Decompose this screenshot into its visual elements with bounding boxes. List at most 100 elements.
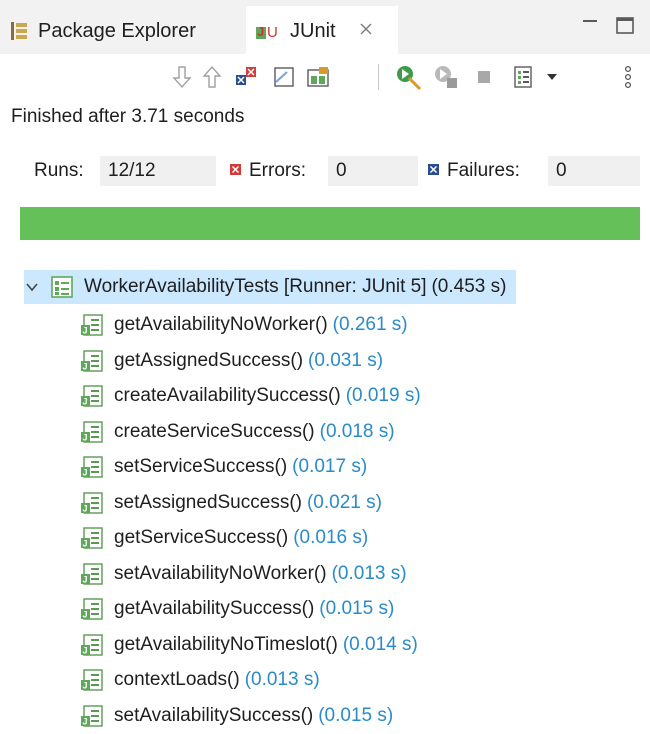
test-name: getAvailabilityNoWorker() bbox=[114, 314, 328, 335]
svg-text:J: J bbox=[83, 362, 88, 372]
test-success-icon: J bbox=[80, 633, 104, 657]
failures-value: 0 bbox=[548, 156, 640, 186]
test-suite-success-icon bbox=[50, 275, 74, 299]
tab-junit[interactable]: J U JUnit bbox=[246, 6, 398, 54]
test-name: contextLoads() bbox=[114, 669, 240, 690]
chevron-down-icon[interactable] bbox=[24, 279, 40, 295]
test-case-row[interactable]: JsetAvailabilityNoWorker() (0.013 s) bbox=[80, 557, 407, 591]
test-time: (0.013 s) bbox=[331, 563, 407, 584]
suite-time: (0.453 s) bbox=[431, 276, 507, 297]
svg-text:J: J bbox=[83, 717, 88, 727]
svg-text:J: J bbox=[83, 326, 88, 336]
test-case-row[interactable]: JsetAvailabilitySuccess() (0.015 s) bbox=[80, 699, 393, 733]
test-name: createServiceSuccess() bbox=[114, 421, 315, 442]
test-success-icon: J bbox=[80, 455, 104, 479]
test-name: getServiceSuccess() bbox=[114, 527, 289, 548]
run-status-message: Finished after 3.71 seconds bbox=[11, 106, 245, 127]
test-time: (0.031 s) bbox=[308, 350, 384, 371]
test-time: (0.014 s) bbox=[342, 634, 418, 655]
test-success-icon: J bbox=[80, 491, 104, 515]
errors-label-group: Errors: bbox=[230, 160, 306, 182]
history-dropdown-icon[interactable] bbox=[538, 62, 566, 92]
test-time: (0.017 s) bbox=[292, 456, 368, 477]
svg-text:J: J bbox=[83, 610, 88, 620]
test-counters: Runs: 12/12 Errors: 0 Failures: 0 bbox=[20, 156, 640, 186]
package-explorer-icon bbox=[8, 20, 30, 42]
test-success-icon: J bbox=[80, 668, 104, 692]
minimize-icon[interactable] bbox=[577, 12, 603, 38]
view-menu-icon[interactable] bbox=[614, 62, 642, 92]
test-name: setAvailabilitySuccess() bbox=[114, 705, 314, 726]
test-time: (0.261 s) bbox=[332, 314, 408, 335]
svg-text:J: J bbox=[83, 468, 88, 478]
svg-text:J: J bbox=[257, 24, 264, 39]
test-success-icon: J bbox=[80, 526, 104, 550]
svg-text:J: J bbox=[83, 646, 88, 656]
test-case-row[interactable]: JgetAvailabilityNoWorker() (0.261 s) bbox=[80, 308, 408, 342]
svg-text:J: J bbox=[83, 575, 88, 585]
runs-label: Runs: bbox=[34, 160, 84, 181]
test-case-row[interactable]: JsetAssignedSuccess() (0.021 s) bbox=[80, 486, 382, 520]
stop-icon[interactable] bbox=[470, 62, 498, 92]
errors-value: 0 bbox=[328, 156, 418, 186]
test-name: getAvailabilityNoTimeslot() bbox=[114, 634, 338, 655]
view-tab-bar: Package Explorer J U JUnit bbox=[0, 0, 650, 54]
test-success-icon: J bbox=[80, 349, 104, 373]
test-time: (0.018 s) bbox=[319, 421, 395, 442]
test-success-icon: J bbox=[80, 384, 104, 408]
svg-text:U: U bbox=[267, 24, 278, 41]
previous-failure-icon[interactable] bbox=[198, 62, 226, 92]
failure-icon bbox=[428, 159, 439, 175]
test-name: setServiceSuccess() bbox=[114, 456, 288, 477]
test-success-icon: J bbox=[80, 704, 104, 728]
test-time: (0.015 s) bbox=[318, 705, 394, 726]
test-time: (0.019 s) bbox=[345, 385, 421, 406]
test-name: createAvailabilitySuccess() bbox=[114, 385, 341, 406]
junit-toolbar bbox=[0, 54, 650, 100]
test-case-row[interactable]: JcontextLoads() (0.013 s) bbox=[80, 663, 320, 697]
test-time: (0.015 s) bbox=[319, 598, 395, 619]
test-case-row[interactable]: JgetAvailabilityNoTimeslot() (0.014 s) bbox=[80, 628, 418, 662]
test-time: (0.021 s) bbox=[306, 492, 382, 513]
test-case-row[interactable]: JcreateAvailabilitySuccess() (0.019 s) bbox=[80, 379, 421, 413]
test-case-row[interactable]: JcreateServiceSuccess() (0.018 s) bbox=[80, 415, 395, 449]
scroll-lock-icon[interactable] bbox=[270, 62, 298, 92]
maximize-icon[interactable] bbox=[612, 12, 638, 38]
toolbar-separator bbox=[378, 64, 379, 90]
test-name: getAvailabilitySuccess() bbox=[114, 598, 315, 619]
progress-bar bbox=[20, 207, 640, 240]
test-time: (0.013 s) bbox=[244, 669, 320, 690]
svg-text:J: J bbox=[83, 681, 88, 691]
test-time: (0.016 s) bbox=[293, 527, 369, 548]
test-success-icon: J bbox=[80, 597, 104, 621]
test-case-row[interactable]: JgetServiceSuccess() (0.016 s) bbox=[80, 521, 368, 555]
test-case-row[interactable]: JgetAvailabilitySuccess() (0.015 s) bbox=[80, 592, 394, 626]
failures-label-group: Failures: bbox=[428, 160, 520, 182]
show-failures-only-icon[interactable] bbox=[232, 62, 260, 92]
test-suite-row[interactable]: WorkerAvailabilityTests [Runner: JUnit 5… bbox=[24, 270, 517, 304]
close-tab-icon[interactable] bbox=[358, 21, 374, 42]
rerun-icon[interactable] bbox=[394, 62, 422, 92]
next-failure-icon[interactable] bbox=[168, 62, 196, 92]
error-icon bbox=[230, 159, 241, 175]
suite-name: WorkerAvailabilityTests [Runner: JUnit 5… bbox=[84, 276, 427, 297]
junit-icon: J U bbox=[254, 20, 278, 42]
test-case-row[interactable]: JgetAssignedSuccess() (0.031 s) bbox=[80, 344, 383, 378]
test-success-icon: J bbox=[80, 420, 104, 444]
test-case-row[interactable]: JsetServiceSuccess() (0.017 s) bbox=[80, 450, 367, 484]
test-success-icon: J bbox=[80, 313, 104, 337]
test-name: setAssignedSuccess() bbox=[114, 492, 302, 513]
test-name: getAssignedSuccess() bbox=[114, 350, 304, 371]
show-skipped-icon[interactable] bbox=[304, 62, 332, 92]
runs-value: 12/12 bbox=[100, 156, 216, 186]
rerun-failed-first-icon[interactable] bbox=[432, 62, 460, 92]
svg-text:J: J bbox=[83, 539, 88, 549]
tab-package-explorer[interactable]: Package Explorer bbox=[8, 8, 196, 54]
svg-text:J: J bbox=[83, 433, 88, 443]
test-run-history-icon[interactable] bbox=[510, 62, 538, 92]
tab-label: JUnit bbox=[290, 19, 336, 42]
svg-text:J: J bbox=[83, 397, 88, 407]
tab-label: Package Explorer bbox=[38, 19, 196, 42]
errors-label: Errors: bbox=[249, 160, 306, 181]
test-success-icon: J bbox=[80, 562, 104, 586]
